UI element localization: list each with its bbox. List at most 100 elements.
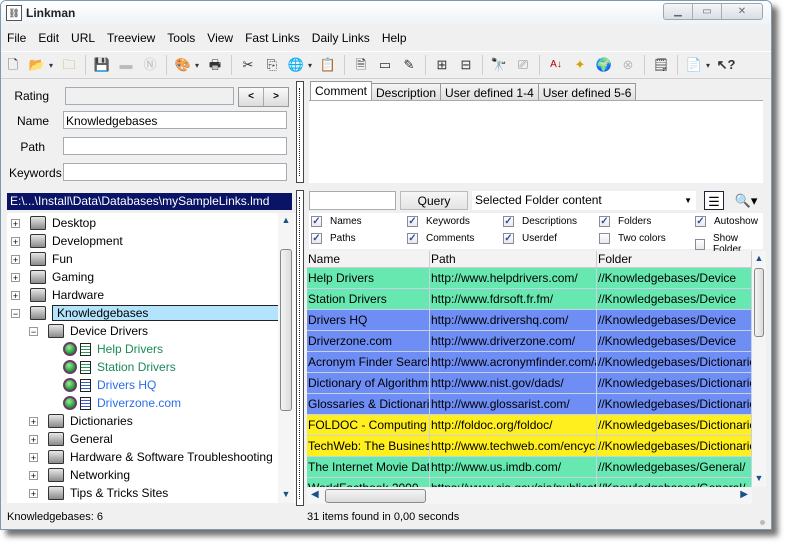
tree-node[interactable]: Help Drivers [63,340,163,358]
document-dropdown-icon[interactable]: ▾ [706,61,714,70]
help-pointer-icon[interactable]: ↖? [716,55,736,75]
new-file-icon[interactable]: 🗋 [3,55,23,75]
tree-node[interactable]: + Fun [11,250,73,268]
expand-icon[interactable]: + [29,470,38,480]
option-names[interactable]: ✓ Names [311,216,362,227]
new-folder-icon[interactable]: 🗀 [59,55,79,75]
name-field[interactable]: Knowledgebases [63,111,287,129]
tree-node[interactable]: + Desktop [11,214,96,232]
globe-refresh-icon[interactable]: 🌍 [594,55,614,75]
menu-edit[interactable]: Edit [32,29,65,47]
tree-node[interactable]: + Tips & Tricks Sites [29,484,168,502]
tree-node[interactable]: + Dictionaries [29,412,133,430]
collapse-all-icon[interactable]: ⊟ [456,55,476,75]
table-row[interactable]: TechWeb: The Business Technologyhttp://w… [307,436,752,457]
tree-node[interactable]: + Development [11,232,123,250]
column-header-folder[interactable]: Folder [597,251,752,267]
checkbox[interactable]: ✓ [599,216,610,227]
tree-node[interactable]: Station Drivers [63,358,176,376]
scope-dropdown[interactable]: Selected Folder content ▼ [472,191,696,210]
checkbox[interactable] [695,238,706,250]
table-row[interactable]: Glossaries & Dictionaries http://www.glos… [307,394,752,415]
menu-url[interactable]: URL [65,29,101,47]
tree-node[interactable]: + Hardware & Software Troubleshooting [29,448,273,466]
resize-grip[interactable] [760,520,765,525]
scroll-left-icon[interactable]: ◀ [311,489,319,500]
previous-button[interactable]: < [239,88,264,106]
top-splitter[interactable] [296,81,304,183]
tree-node[interactable]: − Knowledgebases [11,304,288,322]
expand-icon[interactable]: + [11,272,20,282]
menu-help[interactable]: Help [376,29,413,47]
checkbox[interactable]: ✓ [503,233,514,244]
globe-link-icon[interactable]: 🌐 [286,55,306,75]
tree-scrollbar[interactable]: ▲ ▼ [278,213,294,503]
table-row[interactable]: Drivers HQ http://www.drivershq.com///Kno… [307,310,752,331]
list-view-icon[interactable]: ☰ [704,191,724,210]
grid-horizontal-scrollbar[interactable]: ◀ ▶ [307,488,752,504]
option-paths[interactable]: ✓ Paths [311,233,356,244]
table-row[interactable]: Acronym Finder Search Pagehttp://www.acr… [307,352,752,373]
check-links-icon[interactable]: ⎚ [513,55,533,75]
tree-node[interactable]: − Device Drivers [29,322,148,340]
close-button[interactable]: ✕ [722,4,762,19]
expand-icon[interactable]: + [29,452,38,462]
table-row[interactable]: FOLDOC - Computing Dictionaryhttp://fold… [307,415,752,436]
folder-icon[interactable]: ▭ [375,55,395,75]
checkbox[interactable]: ✓ [311,233,322,244]
tree-node[interactable]: + General [29,430,113,448]
grid-hscroll-thumb[interactable] [325,489,426,503]
tree-scroll-thumb[interactable] [280,249,292,411]
palette-icon[interactable]: 🎨 [173,55,193,75]
collapse-icon[interactable]: − [11,308,20,318]
checkbox[interactable]: ✓ [407,216,418,227]
query-button[interactable]: Query [400,191,468,210]
open-dropdown-icon[interactable]: ▾ [49,61,57,70]
menu-fast-links[interactable]: Fast Links [239,29,306,47]
edit-icon[interactable]: ✎ [399,55,419,75]
table-row[interactable]: The Internet Movie Databasehttp://www.us… [307,457,752,478]
menu-view[interactable]: View [201,29,239,47]
table-row[interactable]: WorldFactbook 2000https://www.cia.gov/ci… [307,478,752,487]
tree-node[interactable]: + Hardware [11,286,104,304]
scroll-up-icon[interactable]: ▲ [752,253,766,265]
cut-icon[interactable]: ✂ [238,55,258,75]
column-header-name[interactable]: Name [307,251,430,267]
expand-icon[interactable]: + [11,218,20,228]
paste-icon[interactable]: 📋 [318,55,338,75]
option-descriptions[interactable]: ✓ Descriptions [503,216,577,227]
table-row[interactable]: Driverzone.com http://www.driverzone.com/… [307,331,752,352]
scroll-right-icon[interactable]: ▶ [740,489,748,500]
option-folders[interactable]: ✓ Folders [599,216,651,227]
option-keywords[interactable]: ✓ Keywords [407,216,470,227]
find-icon[interactable]: 🔭 [489,55,509,75]
comment-textarea[interactable] [309,100,763,183]
option-userdef[interactable]: ✓ Userdef [503,233,557,244]
expand-icon[interactable]: + [29,416,38,426]
menu-file[interactable]: File [1,29,32,47]
menu-daily-links[interactable]: Daily Links [306,29,376,47]
table-row[interactable]: Dictionary of Algorithms andhttp://www.n… [307,373,752,394]
menu-treeview[interactable]: Treeview [101,29,161,47]
document-icon[interactable]: 📄 [684,55,704,75]
scroll-down-icon[interactable]: ▼ [278,489,294,501]
sweep-icon[interactable]: ✦ [570,55,590,75]
printer-icon[interactable]: 🖶 [205,55,225,75]
option-comments[interactable]: ✓ Comments [407,233,474,244]
sort-az-icon[interactable]: A↓ [546,55,566,75]
expand-icon[interactable]: + [11,236,20,246]
minimize-button[interactable]: ▁ [664,4,693,19]
save-icon[interactable]: 💾 [92,55,112,75]
menu-tools[interactable]: Tools [161,29,201,47]
path-field[interactable] [63,137,287,155]
collapse-icon[interactable]: − [29,326,38,336]
scroll-down-icon[interactable]: ▼ [752,473,766,485]
new-link-icon[interactable]: 🗎 [351,55,371,75]
checkbox[interactable]: ✓ [407,233,418,244]
table-row[interactable]: Help Drivers http://www.helpdrivers.com//… [307,268,752,289]
tree-node[interactable]: Driverzone.com [63,394,181,412]
globe-dropdown-icon[interactable]: ▾ [308,61,316,70]
grid-vertical-scrollbar[interactable]: ▲ ▼ [752,251,766,487]
bottom-splitter[interactable] [296,190,304,506]
open-folder-icon[interactable]: 📂 [27,55,47,75]
